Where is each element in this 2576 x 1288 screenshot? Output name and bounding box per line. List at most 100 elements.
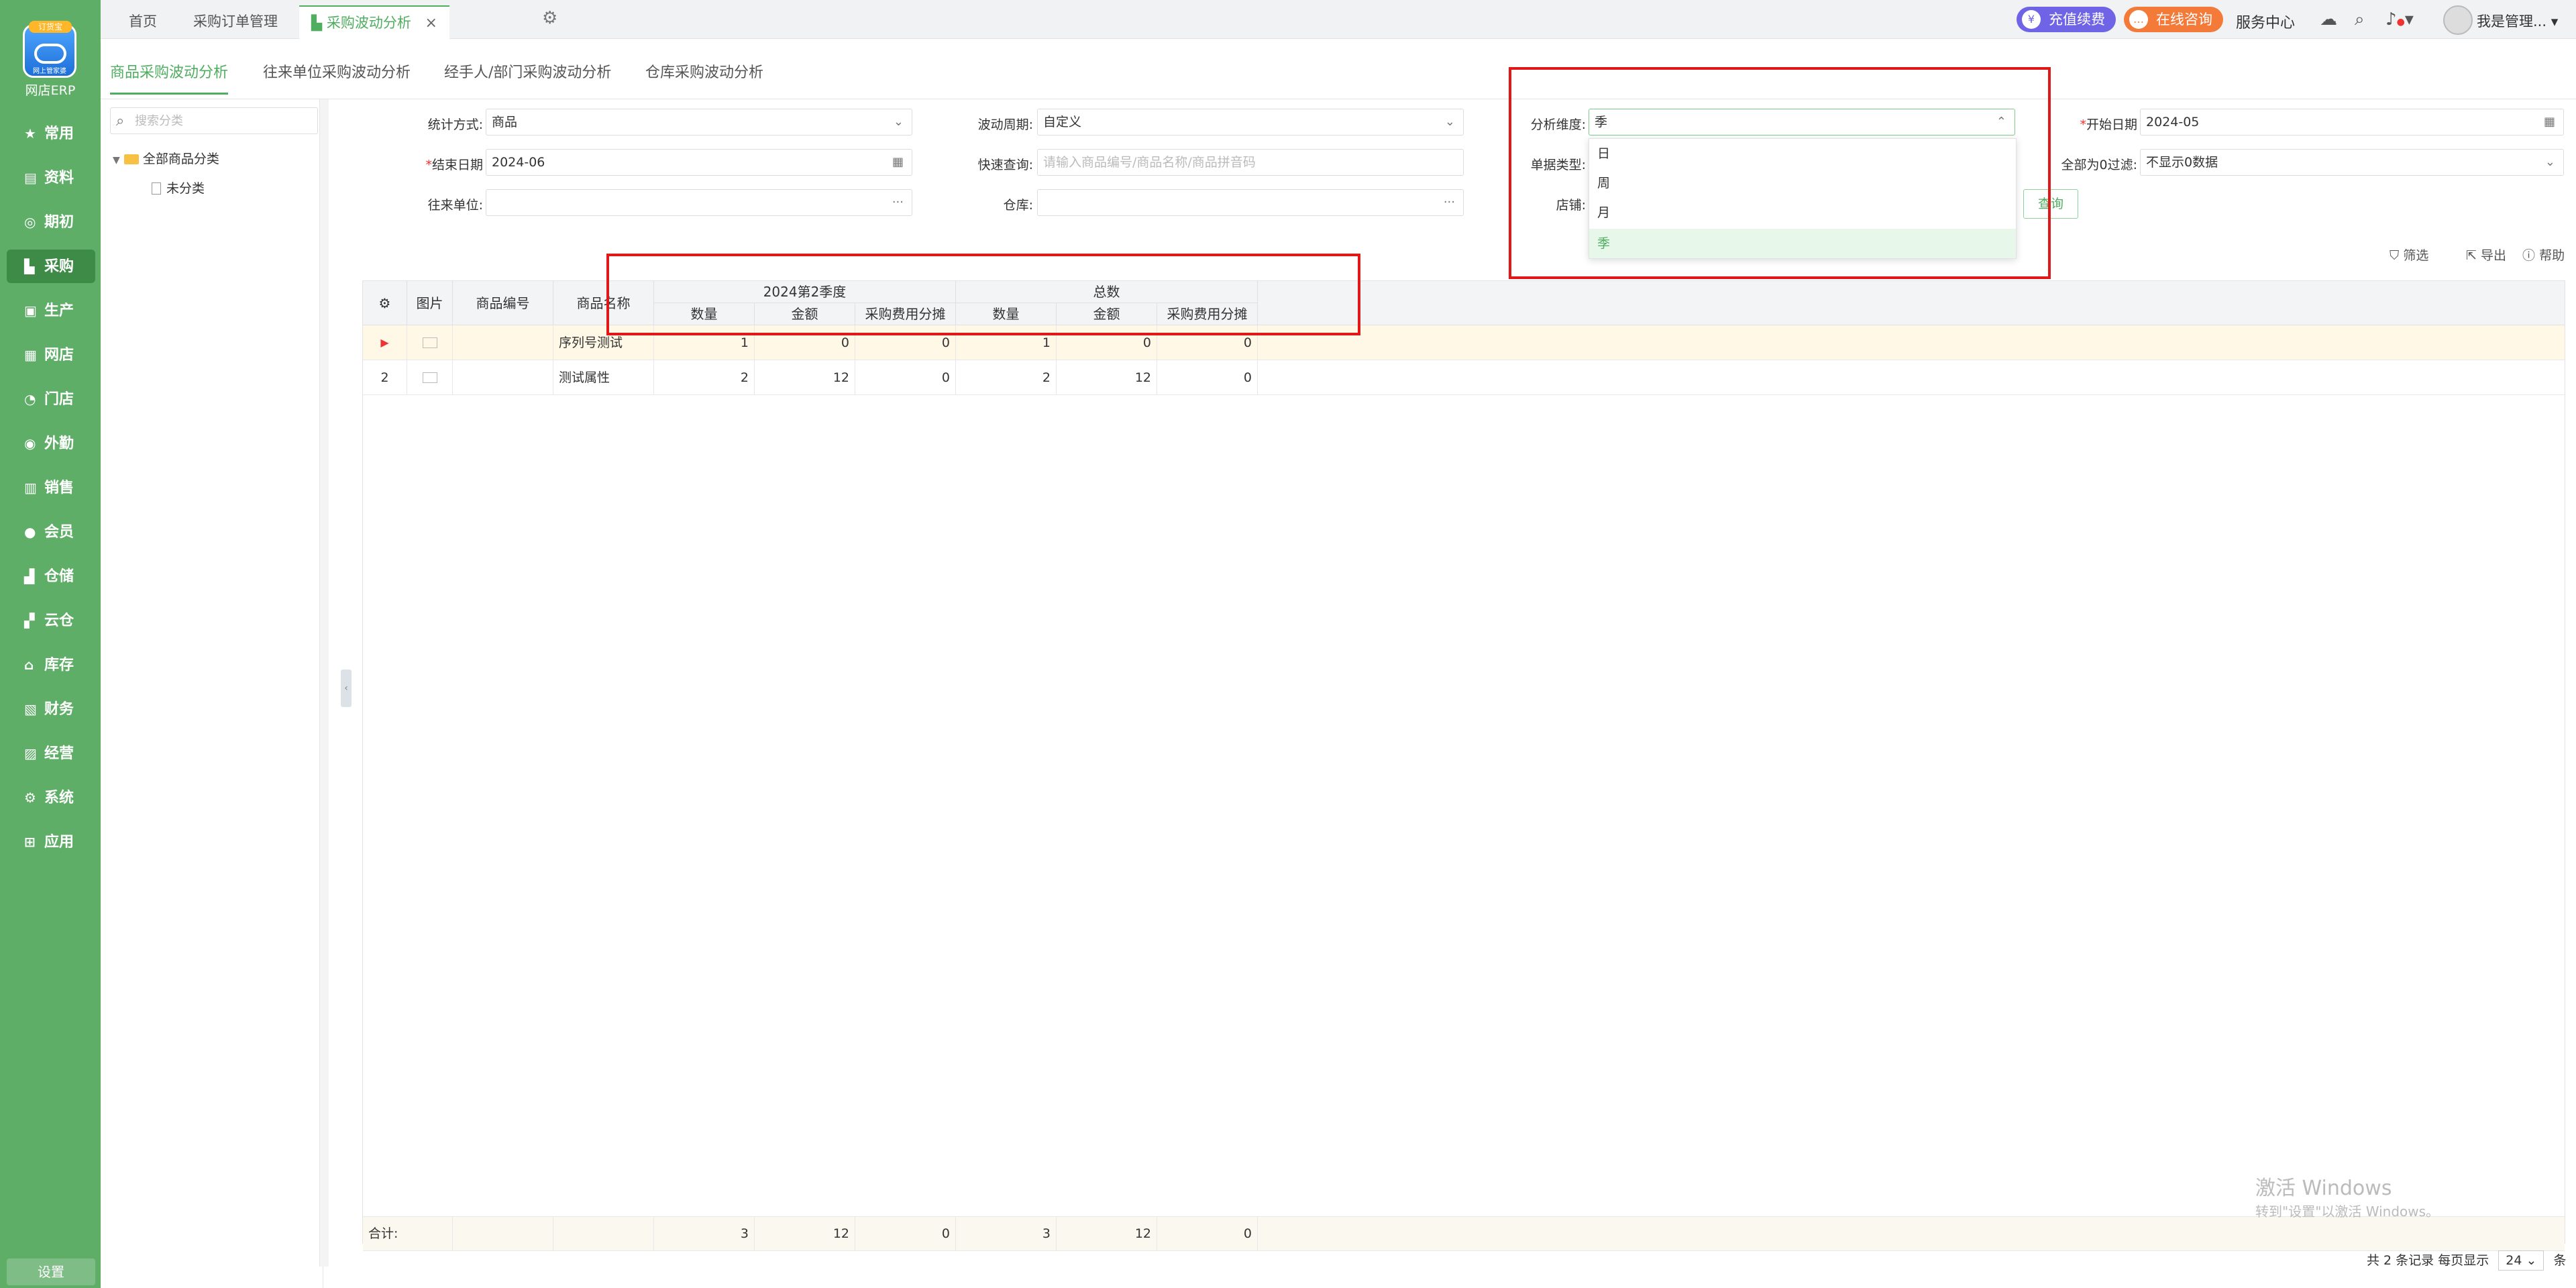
header-code[interactable]: 商品编号 <box>453 281 553 325</box>
total-qty: 3 <box>654 1216 755 1251</box>
end-date-label-text: 结束日期 <box>431 158 483 172</box>
sidebar-item-common[interactable]: ★ 常用 <box>7 117 95 150</box>
apps-icon: ⊞ <box>24 834 36 850</box>
row-image-cell <box>407 325 453 360</box>
consult-button[interactable]: … 在线咨询 <box>2124 7 2223 32</box>
sidebar-item-store[interactable]: ◔ 门店 <box>7 382 95 416</box>
export-button[interactable]: ⇱ 导出 <box>2466 246 2506 264</box>
total-code-cell <box>453 1216 553 1251</box>
tree-scrollbar[interactable] <box>319 99 329 1267</box>
master-data-icon: ▤ <box>24 170 37 186</box>
sidebar-item-field[interactable]: ◉ 外勤 <box>7 427 95 460</box>
cloud-icon[interactable]: ☁ <box>2320 9 2337 30</box>
chat-icon: … <box>2129 10 2148 29</box>
image-placeholder-icon <box>422 337 437 348</box>
service-center-link[interactable]: 服务中心 <box>2236 11 2295 32</box>
record-summary: 共 2 条记录 每页显示 <box>2367 1253 2489 1268</box>
page-size-select[interactable]: 24 ⌄ <box>2498 1250 2544 1271</box>
row-image-cell <box>407 360 453 395</box>
subtab-partner[interactable]: 往来单位采购波动分析 <box>263 60 411 93</box>
tab-purchase-analysis[interactable]: ▙ 采购波动分析 × <box>299 5 449 39</box>
row-code-cell <box>453 325 553 360</box>
user-menu[interactable]: 我是管理... ▾ <box>2477 11 2558 31</box>
row-number: 2 <box>363 360 407 395</box>
tab-purchase-order[interactable]: 采购订单管理 <box>181 5 290 39</box>
total-amount: 12 <box>755 1216 855 1251</box>
settings-button[interactable]: 设置 <box>7 1258 95 1285</box>
zero-filter-select[interactable]: 不显示0数据 ⌄ <box>2140 149 2564 176</box>
tree-node-uncategorized[interactable]: 未分类 <box>152 178 205 197</box>
subtab-warehouse[interactable]: 仓库采购波动分析 <box>645 60 763 93</box>
sidebar-item-operation[interactable]: ▨ 经营 <box>7 737 95 770</box>
total-sum-amount: 12 <box>1057 1216 1157 1251</box>
chevron-down-icon: ⌄ <box>2544 155 2555 169</box>
sidebar-item-system[interactable]: ⚙ 系统 <box>7 781 95 814</box>
tab-home[interactable]: 首页 <box>117 5 169 39</box>
sidebar-item-opening[interactable]: ◎ 期初 <box>7 205 95 239</box>
total-name-cell <box>553 1216 654 1251</box>
sidebar-item-production[interactable]: ▣ 生产 <box>7 294 95 327</box>
warehouse-input[interactable]: ··· <box>1037 189 1464 216</box>
start-date-value: 2024-05 <box>2146 115 2200 129</box>
search-icon[interactable]: ⌕ <box>2355 9 2365 30</box>
common-icon: ★ <box>24 125 36 142</box>
sidebar-item-purchase[interactable]: ▙ 采购 <box>7 250 95 283</box>
highlight-box-table-header <box>606 254 1360 335</box>
partner-input[interactable]: ··· <box>486 189 912 216</box>
tree-root-label: 全部商品分类 <box>142 152 219 166</box>
total-sum-fee: 0 <box>1157 1216 1258 1251</box>
row-code-cell <box>453 360 553 395</box>
sidebar-item-label: 经营 <box>44 745 74 762</box>
help-button[interactable]: ⓘ 帮助 <box>2522 246 2565 264</box>
logo-text: 网上管家婆 <box>33 68 66 75</box>
sidebar-item-inventory[interactable]: ⌂ 库存 <box>7 648 95 682</box>
category-search-input[interactable]: ⌕ 搜索分类 <box>110 107 318 134</box>
subtab-handler[interactable]: 经手人/部门采购波动分析 <box>444 60 611 93</box>
collapse-panel-handle[interactable]: ‹ <box>341 669 352 707</box>
stat-mode-select[interactable]: 商品 ⌄ <box>486 109 912 136</box>
subtab-product[interactable]: 商品采购波动分析 <box>110 60 229 95</box>
filter-button[interactable]: ⛉ 筛选 <box>2390 246 2428 264</box>
sidebar-item-label: 网店 <box>44 347 74 364</box>
sidebar-item-apps[interactable]: ⊞ 应用 <box>7 825 95 859</box>
sidebar-item-label: 生产 <box>44 303 74 319</box>
finance-icon: ▧ <box>24 701 37 717</box>
gear-icon[interactable]: ⚙ <box>542 8 557 28</box>
total-sum-qty: 3 <box>956 1216 1057 1251</box>
caret-down-icon: ▼ <box>113 155 120 166</box>
sidebar-item-master-data[interactable]: ▤ 资料 <box>7 161 95 195</box>
tree-node-root[interactable]: ▼ 全部商品分类 <box>113 149 219 167</box>
close-icon[interactable]: × <box>425 15 437 32</box>
highlight-box-dimension-dropdown <box>1509 67 2051 279</box>
column-settings-icon[interactable]: ⚙ <box>363 281 407 325</box>
stat-mode-label: 统计方式: <box>427 117 483 132</box>
notification-dot: ● <box>2396 17 2405 28</box>
production-icon: ▣ <box>24 303 37 319</box>
sidebar-item-cloud-warehouse[interactable]: ▞ 云仓 <box>7 604 95 637</box>
tab-bar: 首页 采购订单管理 ▙ 采购波动分析 × ⚙ ¥ 充值续费 … 在线咨询 <box>101 0 2576 39</box>
sidebar-item-sales[interactable]: ▥ 销售 <box>7 471 95 504</box>
member-icon: ● <box>24 524 36 540</box>
total-fee: 0 <box>855 1216 956 1251</box>
start-date-input[interactable]: 2024-05 ▦ <box>2140 109 2564 136</box>
folder-icon <box>123 154 139 164</box>
avatar[interactable] <box>2443 5 2473 35</box>
more-icon[interactable]: ··· <box>1444 190 1455 215</box>
sidebar-item-member[interactable]: ● 会员 <box>7 515 95 549</box>
sidebar-item-warehousing[interactable]: ▟ 仓储 <box>7 559 95 593</box>
help-icon: ⓘ <box>2522 248 2536 263</box>
period-label: 波动周期: <box>977 117 1033 132</box>
cloud-logo-icon <box>34 44 66 64</box>
more-icon[interactable]: ··· <box>892 190 904 215</box>
period-select[interactable]: 自定义 ⌄ <box>1037 109 1464 136</box>
bell-icon[interactable]: ♪●▾ <box>2385 9 2414 30</box>
sidebar-item-online-store[interactable]: ▦ 网店 <box>7 338 95 372</box>
sidebar-item-label: 门店 <box>44 391 74 408</box>
analysis-subtabs: 商品采购波动分析 往来单位采购波动分析 经手人/部门采购波动分析 仓库采购波动分… <box>101 39 2576 99</box>
sidebar-item-finance[interactable]: ▧ 财务 <box>7 692 95 726</box>
warehousing-icon: ▟ <box>24 568 35 584</box>
export-icon: ⇱ <box>2466 248 2477 263</box>
recharge-button[interactable]: ¥ 充值续费 <box>2017 7 2116 32</box>
end-date-input[interactable]: 2024-06 ▦ <box>486 149 912 176</box>
quick-search-input[interactable]: 请输入商品编号/商品名称/商品拼音码 <box>1037 149 1464 176</box>
